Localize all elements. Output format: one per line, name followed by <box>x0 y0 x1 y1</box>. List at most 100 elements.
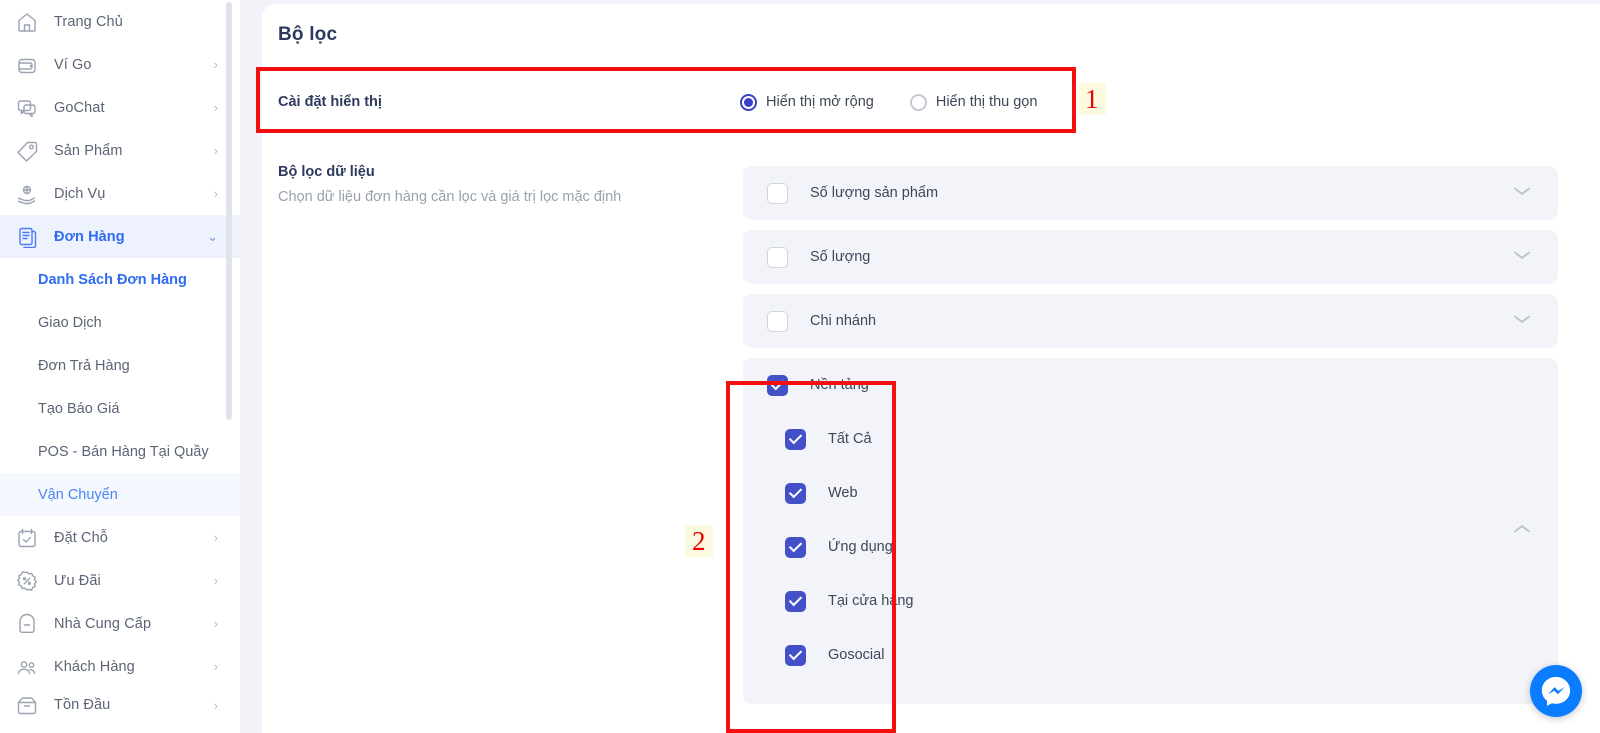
filter-option-checkbox[interactable] <box>785 428 806 450</box>
display-mode-radio-0[interactable]: Hiển thị mở rộng <box>740 93 874 111</box>
chevron-right-icon: › <box>213 57 218 72</box>
messenger-icon <box>1541 676 1571 706</box>
filter-option-4[interactable]: Gosocial <box>743 628 1558 682</box>
sidebar-item-3[interactable]: Khách Hàng › <box>0 645 240 688</box>
filter-checkbox[interactable] <box>767 310 788 332</box>
sidebar-item-1[interactable]: Ví Go › <box>0 43 240 86</box>
sidebar-scrollbar-thumb[interactable] <box>226 2 232 420</box>
filter-accordion-header-2[interactable]: Chi nhánh <box>743 294 1558 348</box>
sidebar-item-label: Tồn Đầu <box>54 697 111 713</box>
filter-option-checkbox[interactable] <box>785 644 806 666</box>
chat-icon <box>17 99 36 117</box>
sidebar-item-0[interactable]: Đặt Chỗ › <box>0 516 240 559</box>
display-mode-radio-group: Hiển thị mở rộng Hiển thị thu gọn <box>740 93 1038 111</box>
customers-icon <box>17 660 36 674</box>
percent-badge-icon <box>17 570 37 591</box>
filter-card: Bộ lọc Cài đặt hiển thị Hiển thị mở rộng… <box>262 4 1600 733</box>
display-setting-row: Cài đặt hiển thị Hiển thị mở rộng Hiển th… <box>262 71 1322 133</box>
filter-accordion-header-1[interactable]: Số lượng <box>743 230 1558 284</box>
orders-icon <box>19 227 37 248</box>
display-setting-label: Cài đặt hiển thị <box>278 94 382 110</box>
orders-icon <box>14 226 40 248</box>
sidebar-item-label: Đặt Chỗ <box>54 529 108 546</box>
sidebar-subitem-0[interactable]: Danh Sách Đơn Hàng <box>0 258 240 301</box>
filter-option-label: Ứng dụng <box>828 539 893 555</box>
chevron-right-icon: › <box>213 100 218 115</box>
filter-option-label: Tất Cả <box>828 431 872 447</box>
supplier-icon <box>19 613 35 633</box>
filter-accordion-2: Chi nhánh <box>743 294 1558 348</box>
sidebar-item-2[interactable]: Nhà Cung Cấp › <box>0 602 240 645</box>
filter-option-label: Gosocial <box>828 647 885 663</box>
home-icon <box>14 11 40 33</box>
percent-badge-icon <box>14 570 40 592</box>
chevron-right-icon: › <box>213 616 218 631</box>
home-icon <box>18 12 36 32</box>
chevron-right-icon: › <box>213 573 218 588</box>
tag-icon <box>17 141 38 162</box>
filter-option-0[interactable]: Tất Cả <box>743 412 1558 466</box>
tag-icon <box>14 140 40 162</box>
chevron-right-icon: › <box>213 186 218 201</box>
service-icon <box>14 183 40 205</box>
sidebar-scrollbar-track[interactable] <box>226 0 236 733</box>
radio-mark[interactable] <box>740 93 757 111</box>
sidebar-item-label: Ví Go <box>54 56 92 73</box>
page-title: Bộ lọc <box>278 24 338 45</box>
chevron-down-icon[interactable] <box>1512 312 1532 330</box>
filter-accordion-1: Số lượng <box>743 230 1558 284</box>
service-icon <box>17 185 36 204</box>
calendar-check-icon <box>18 528 36 547</box>
chevron-down-icon[interactable] <box>1512 184 1532 202</box>
filter-accordion-label: Nền tảng <box>810 377 869 393</box>
data-filter-header: Bộ lọc dữ liệu Chọn dữ liệu đơn hàng cần… <box>278 164 728 205</box>
filter-option-checkbox[interactable] <box>785 536 806 558</box>
sidebar-item-4[interactable]: Dịch Vụ › <box>0 172 240 215</box>
data-filter-title: Bộ lọc dữ liệu <box>278 164 375 180</box>
chevron-right-icon: › <box>213 659 218 674</box>
chevron-up-icon[interactable] <box>1512 522 1532 540</box>
filter-checkbox[interactable] <box>767 182 788 204</box>
messenger-button[interactable] <box>1530 665 1582 717</box>
filter-option-checkbox[interactable] <box>785 482 806 504</box>
filter-accordion-header-3[interactable]: Nền tảng <box>743 358 1558 412</box>
sidebar-item-3[interactable]: Sản Phẩm › <box>0 129 240 172</box>
sidebar-subitem-5[interactable]: Vận Chuyển <box>0 473 240 516</box>
display-mode-radio-label: Hiển thị thu gọn <box>935 94 1038 110</box>
sidebar-item-label: Sản Phẩm <box>54 142 123 159</box>
sidebar-subitem-3[interactable]: Tạo Báo Giá <box>0 387 240 430</box>
sidebar-item-label: Dịch Vụ <box>54 185 106 202</box>
filter-checkbox[interactable] <box>767 374 788 396</box>
sidebar-subitem-1[interactable]: Giao Dịch <box>0 301 240 344</box>
filter-accordion-label: Số lượng sản phẩm <box>810 185 939 201</box>
display-mode-radio-1[interactable]: Hiển thị thu gọn <box>909 93 1038 111</box>
wallet-icon <box>14 54 40 76</box>
filter-accordion-list: Số lượng sản phẩm Số lượng Chi nhánh Nền tả… <box>743 166 1558 714</box>
sidebar-item-label: Ưu Đãi <box>54 572 101 589</box>
sidebar-subitem-4[interactable]: POS - Bán Hàng Tại Quầy <box>0 430 240 473</box>
radio-mark[interactable] <box>909 93 927 111</box>
chevron-down-icon[interactable] <box>1512 248 1532 266</box>
filter-checkbox[interactable] <box>767 246 788 268</box>
sidebar-item-label: GoChat <box>54 99 105 116</box>
chevron-right-icon: › <box>213 143 218 158</box>
sidebar-item-2[interactable]: GoChat › <box>0 86 240 129</box>
sidebar: Trang Chủ Ví Go › GoChat › Sản Phẩm › Dịch Vụ › Đ… <box>0 0 240 733</box>
sidebar-item-label: Đơn Hàng <box>54 228 125 245</box>
app-root: Trang Chủ Ví Go › GoChat › Sản Phẩm › Dịch Vụ › Đ… <box>0 0 1600 733</box>
filter-option-2[interactable]: Ứng dụng <box>743 520 1558 574</box>
sidebar-item-4[interactable]: Tồn Đầu › <box>0 688 240 722</box>
sidebar-item-5[interactable]: Đơn Hàng ⌄ <box>0 215 240 258</box>
filter-option-3[interactable]: Tại cửa hàng <box>743 574 1558 628</box>
filter-option-label: Tại cửa hàng <box>828 593 914 609</box>
filter-option-1[interactable]: Web <box>743 466 1558 520</box>
sidebar-subitem-2[interactable]: Đơn Trả Hàng <box>0 344 240 387</box>
sidebar-item-1[interactable]: Ưu Đãi › <box>0 559 240 602</box>
filter-option-checkbox[interactable] <box>785 590 806 612</box>
customers-icon <box>14 656 40 678</box>
chevron-right-icon: › <box>213 530 218 545</box>
chevron-down-icon: ⌄ <box>207 229 218 244</box>
sidebar-item-0[interactable]: Trang Chủ <box>0 0 240 43</box>
filter-accordion-header-0[interactable]: Số lượng sản phẩm <box>743 166 1558 220</box>
display-mode-radio-label: Hiển thị mở rộng <box>766 94 874 110</box>
